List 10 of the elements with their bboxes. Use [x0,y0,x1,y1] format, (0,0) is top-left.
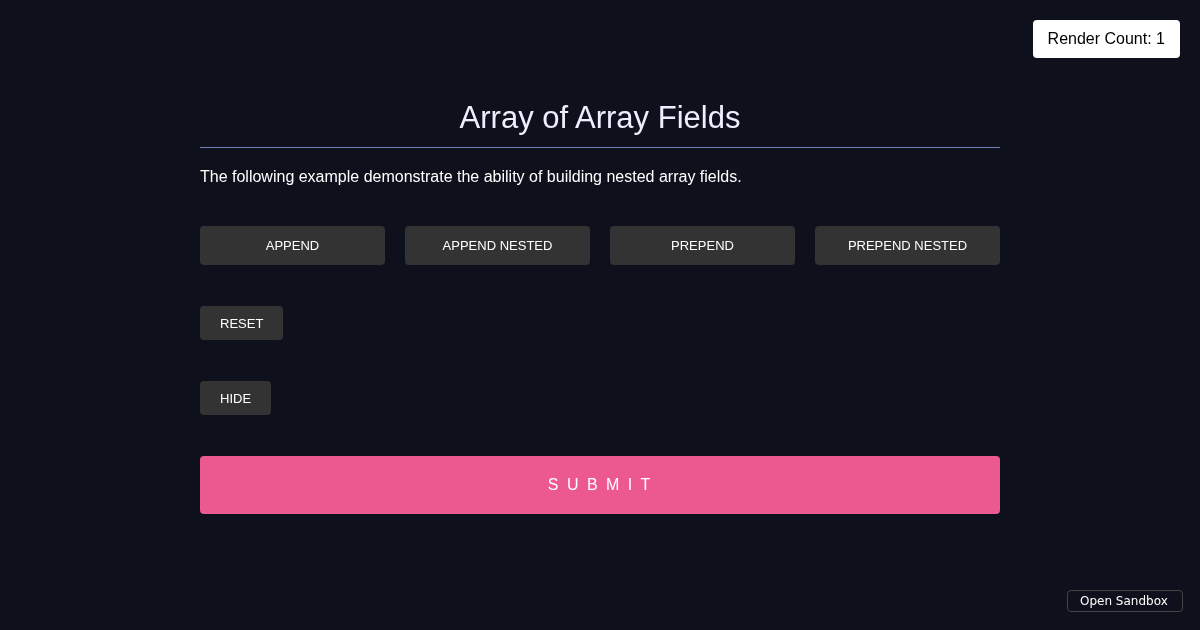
page-title: Array of Array Fields [458,99,742,137]
description-text: The following example demonstrate the ability of building nested array fields. [200,168,743,186]
action-button[interactable]: PREPEND [610,226,795,265]
hide-button[interactable]: HIDE [200,381,272,415]
reset-button[interactable]: RESET [200,306,284,340]
action-button[interactable]: PREPEND NESTED [815,226,1000,265]
open-sandbox-link[interactable]: Open Sandbox [1067,590,1183,612]
render-count-badge: Render Count: 1 [1032,20,1180,58]
action-button[interactable]: APPEND [200,226,385,265]
action-button[interactable]: APPEND NESTED [405,226,590,265]
